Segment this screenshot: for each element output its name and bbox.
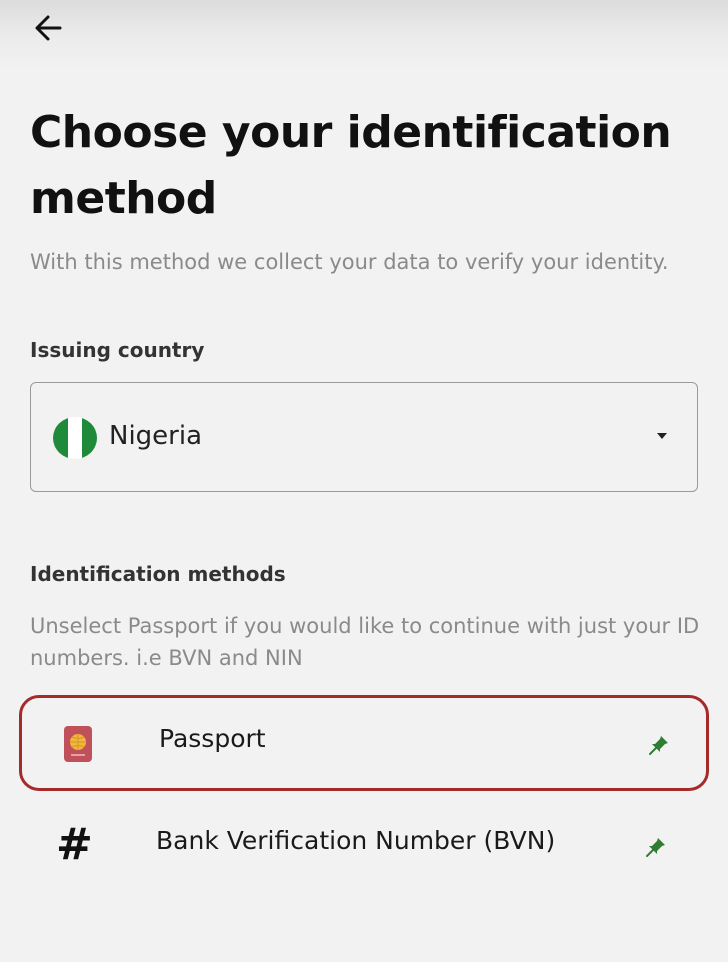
nigeria-flag-icon bbox=[53, 417, 97, 459]
screen: Choose your identification method With t… bbox=[0, 0, 728, 962]
top-bar bbox=[0, 0, 728, 72]
pin-icon bbox=[646, 838, 665, 857]
page-subtitle: With this method we collect your data to… bbox=[30, 250, 669, 274]
passport-icon bbox=[64, 726, 92, 762]
page-title: Choose your identification method bbox=[30, 107, 672, 224]
identification-methods-label: Identification methods bbox=[30, 562, 286, 586]
hash-icon: # bbox=[56, 819, 93, 870]
identification-methods-hint: Unselect Passport if you would like to c… bbox=[30, 614, 700, 670]
arrow-left-icon bbox=[35, 15, 62, 41]
method-passport-label: Passport bbox=[159, 724, 266, 753]
caret-down-icon bbox=[657, 433, 667, 439]
back-button[interactable] bbox=[28, 8, 68, 48]
issuing-country-label: Issuing country bbox=[30, 338, 205, 362]
pin-icon bbox=[649, 736, 668, 755]
method-bvn[interactable]: # Bank Verification Number (BVN) bbox=[19, 800, 709, 896]
country-value: Nigeria bbox=[109, 421, 203, 451]
method-passport[interactable]: Passport bbox=[19, 695, 709, 791]
method-bvn-label: Bank Verification Number (BVN) bbox=[156, 826, 556, 855]
country-select[interactable]: Nigeria bbox=[30, 382, 698, 492]
